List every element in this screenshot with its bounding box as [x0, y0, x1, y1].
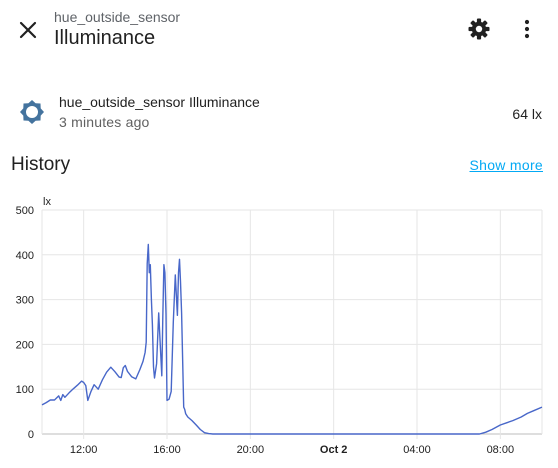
x-tick-label: 20:00 — [237, 444, 265, 456]
history-chart: 0 100 200 300 400 500 12:00 16:00 20:00 Oct 2 04:… — [16, 196, 543, 456]
state-value: 64 lx — [512, 106, 542, 122]
y-tick-label: 500 — [16, 205, 34, 217]
brightness-icon — [20, 100, 44, 124]
history-title: History — [11, 154, 71, 175]
y-axis-label: lx — [43, 196, 51, 208]
x-tick-label: 08:00 — [487, 444, 515, 456]
y-tick-label: 400 — [16, 250, 34, 262]
dialog-header: hue_outside_sensor Illuminance — [0, 0, 558, 60]
x-tick-label: Oct 2 — [320, 444, 348, 456]
dialog-title: Illuminance — [54, 27, 156, 49]
gear-icon[interactable] — [466, 16, 492, 42]
last-changed: 3 minutes ago — [59, 114, 150, 130]
y-tick-label: 200 — [16, 339, 34, 351]
y-tick-label: 100 — [16, 384, 34, 396]
close-icon[interactable] — [14, 16, 42, 44]
y-tick-label: 0 — [28, 429, 34, 441]
dots-vertical-icon[interactable] — [514, 16, 540, 42]
series-line — [41, 243, 543, 435]
x-tick-label: 16:00 — [153, 444, 181, 456]
x-tick-label: 04:00 — [403, 444, 431, 456]
entity-id: hue_outside_sensor — [54, 9, 181, 25]
entity-state-row: hue_outside_sensor Illuminance 3 minutes… — [0, 88, 558, 136]
x-tick-label: 12:00 — [70, 444, 98, 456]
show-more-link[interactable]: Show more — [469, 157, 543, 173]
y-tick-label: 300 — [16, 295, 34, 307]
entity-name: hue_outside_sensor Illuminance — [59, 94, 260, 110]
